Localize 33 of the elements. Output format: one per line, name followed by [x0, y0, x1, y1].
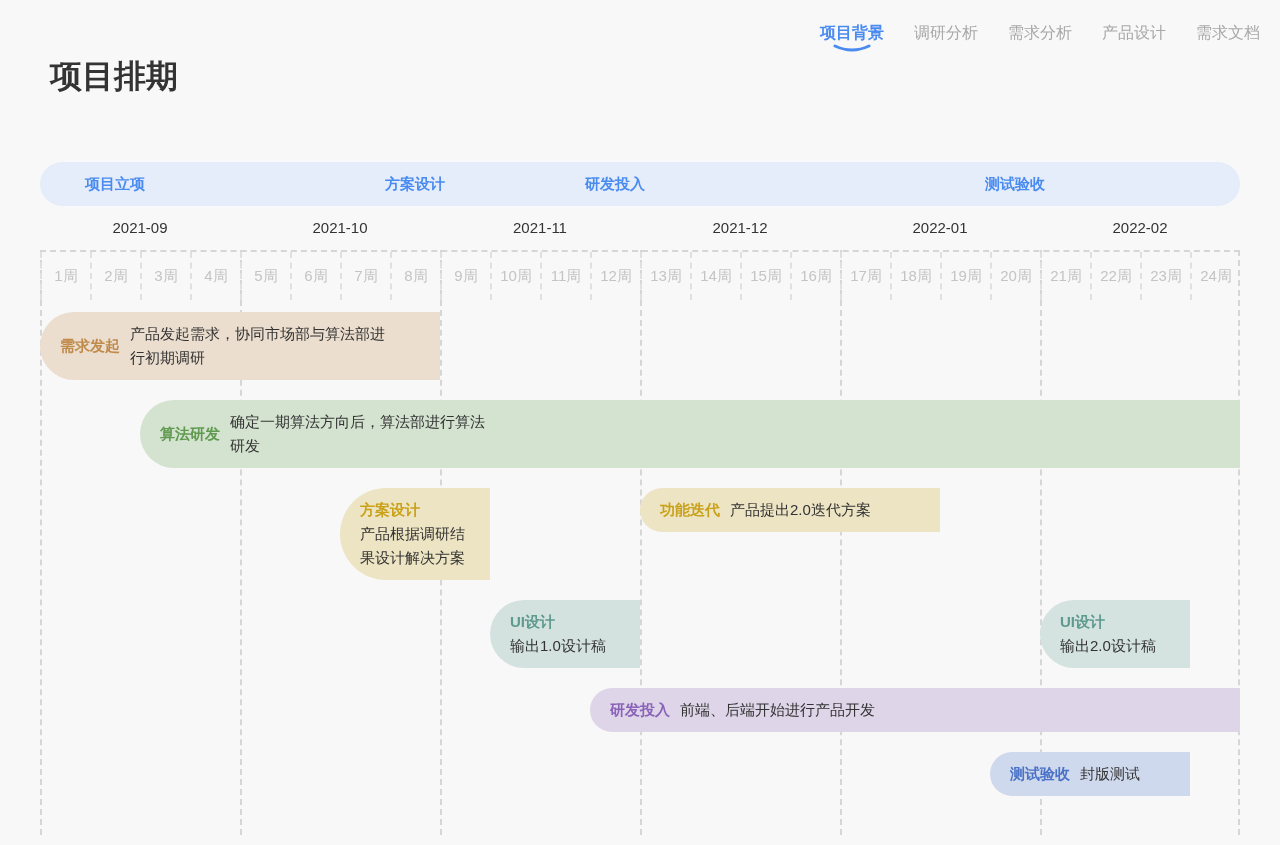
nav-tab[interactable]: 需求分析	[1008, 22, 1072, 56]
task-title: UI设计	[1060, 612, 1106, 632]
active-tab-underline-icon	[833, 44, 871, 52]
month-label: 2021-11	[512, 217, 568, 238]
task-description: 输出1.0设计稿	[510, 636, 607, 656]
nav-tab[interactable]: 项目背景	[820, 22, 884, 56]
page-title: 项目排期	[48, 57, 179, 96]
task-description: 产品提出2.0迭代方案	[730, 500, 871, 520]
nav-tab[interactable]: 产品设计	[1102, 22, 1166, 56]
nav-tab[interactable]: 调研分析	[914, 22, 978, 56]
task-description: 封版测试	[1080, 764, 1140, 784]
milestone-label: 项目立项	[85, 174, 145, 194]
month-label: 2022-01	[911, 217, 969, 238]
task-description: 产品根据调研结果设计解决方案	[360, 524, 465, 568]
month-label: 2021-12	[711, 217, 769, 238]
month-label: 2021-10	[311, 217, 369, 238]
milestone-label: 方案设计	[385, 174, 445, 194]
task-title: 算法研发	[160, 424, 220, 444]
month-label: 2022-02	[1111, 217, 1169, 238]
task-title: 方案设计	[360, 500, 421, 520]
month-label: 2021-09	[111, 217, 169, 238]
nav-tab[interactable]: 需求文档	[1196, 22, 1260, 56]
task-title: UI设计	[510, 612, 556, 632]
milestone-label: 测试验收	[985, 174, 1045, 194]
task-title: 功能迭代	[660, 500, 720, 520]
task-description: 确定一期算法方向后，算法部进行算法研发	[230, 412, 485, 456]
task-description: 前端、后端开始进行产品开发	[680, 700, 875, 720]
task-description: 产品发起需求，协同市场部与算法部进行初期调研	[130, 324, 385, 368]
task-title: 测试验收	[1010, 764, 1070, 784]
task-description: 输出2.0设计稿	[1060, 636, 1157, 656]
task-title: 需求发起	[60, 336, 120, 356]
milestone-label: 研发投入	[585, 174, 645, 194]
task-title: 研发投入	[610, 700, 670, 720]
